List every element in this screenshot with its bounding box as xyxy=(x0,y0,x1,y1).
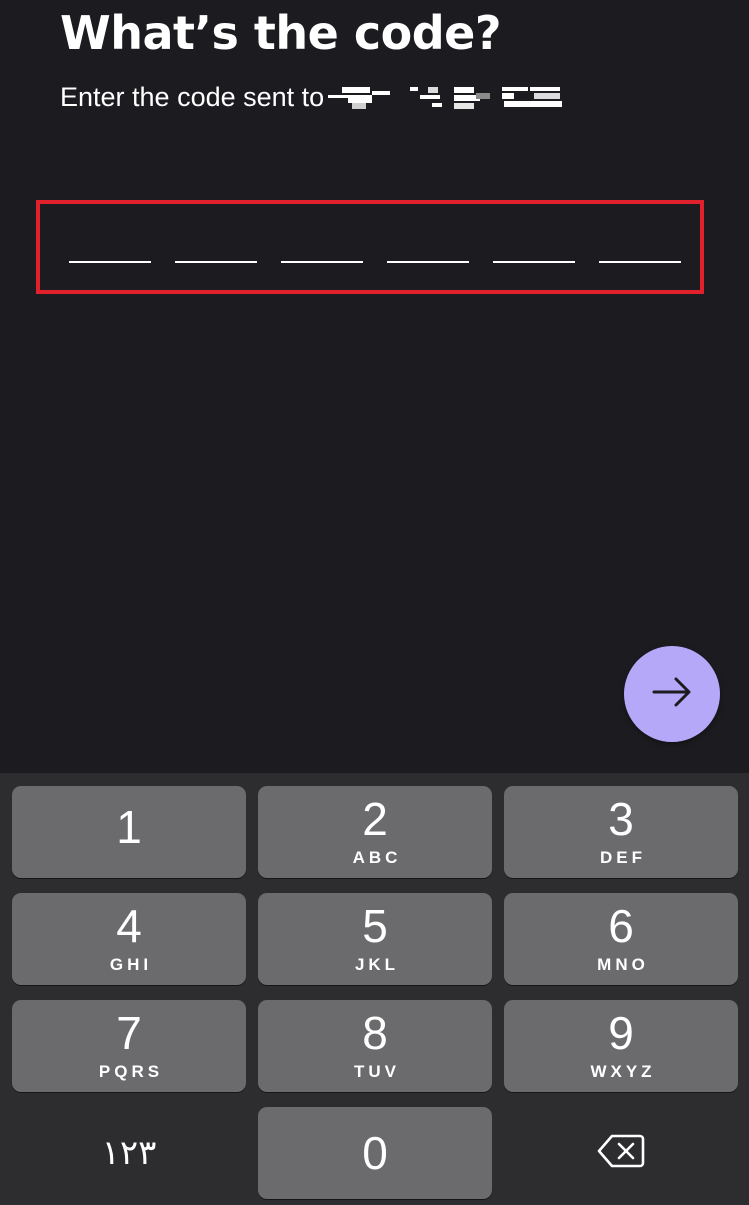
key-digit: 1 xyxy=(116,801,142,853)
key-5[interactable]: 5 JKL xyxy=(258,893,492,985)
arrow-right-icon xyxy=(650,670,694,719)
code-input-box[interactable] xyxy=(36,200,704,294)
key-delete[interactable] xyxy=(504,1107,738,1199)
key-digit: 0 xyxy=(362,1127,388,1179)
key-digit: 5 xyxy=(362,900,388,952)
code-slot-6[interactable] xyxy=(599,261,681,263)
code-slot-1[interactable] xyxy=(69,261,151,263)
key-letters: MNO xyxy=(597,955,649,974)
key-letters: PQRS xyxy=(98,1062,164,1081)
verification-screen: What’s the code? Enter the code sent to xyxy=(0,0,749,1205)
code-slot-5[interactable] xyxy=(493,261,575,263)
key-alt-numerals[interactable]: ۱۲۳ xyxy=(12,1107,246,1199)
alt-numerals-label: ۱۲۳ xyxy=(101,1133,157,1173)
next-button[interactable] xyxy=(624,646,720,742)
code-slot-4[interactable] xyxy=(387,261,469,263)
key-letters: WXYZ xyxy=(590,1062,656,1081)
key-digit: 2 xyxy=(362,793,388,845)
key-letters: DEF xyxy=(600,848,646,867)
numeric-keypad: 1 2 ABC 3 DEF 4 GHI 5 JKL 6 MNO 7 PQRS 8… xyxy=(0,773,749,1205)
key-digit: 7 xyxy=(116,1007,142,1059)
key-digit: 9 xyxy=(608,1007,634,1059)
page-title: What’s the code? xyxy=(60,6,502,60)
subtitle-row: Enter the code sent to xyxy=(60,80,564,114)
key-digit: 3 xyxy=(608,793,634,845)
key-1[interactable]: 1 xyxy=(12,786,246,878)
key-digit: 8 xyxy=(362,1007,388,1059)
key-9[interactable]: 9 WXYZ xyxy=(504,1000,738,1092)
key-digit: 6 xyxy=(608,900,634,952)
key-3[interactable]: 3 DEF xyxy=(504,786,738,878)
code-slot-3[interactable] xyxy=(281,261,363,263)
key-6[interactable]: 6 MNO xyxy=(504,893,738,985)
key-letters: JKL xyxy=(354,955,400,974)
key-0[interactable]: 0 xyxy=(258,1107,492,1199)
key-digit: 4 xyxy=(116,900,142,952)
backspace-icon xyxy=(596,1133,646,1174)
redacted-phone-number xyxy=(328,83,564,111)
key-7[interactable]: 7 PQRS xyxy=(12,1000,246,1092)
key-letters: TUV xyxy=(354,1062,400,1081)
key-letters: ABC xyxy=(352,848,402,867)
key-letters: GHI xyxy=(109,955,153,974)
subtitle: Enter the code sent to xyxy=(60,81,325,112)
key-8[interactable]: 8 TUV xyxy=(258,1000,492,1092)
key-2[interactable]: 2 ABC xyxy=(258,786,492,878)
key-4[interactable]: 4 GHI xyxy=(12,893,246,985)
code-slot-2[interactable] xyxy=(175,261,257,263)
